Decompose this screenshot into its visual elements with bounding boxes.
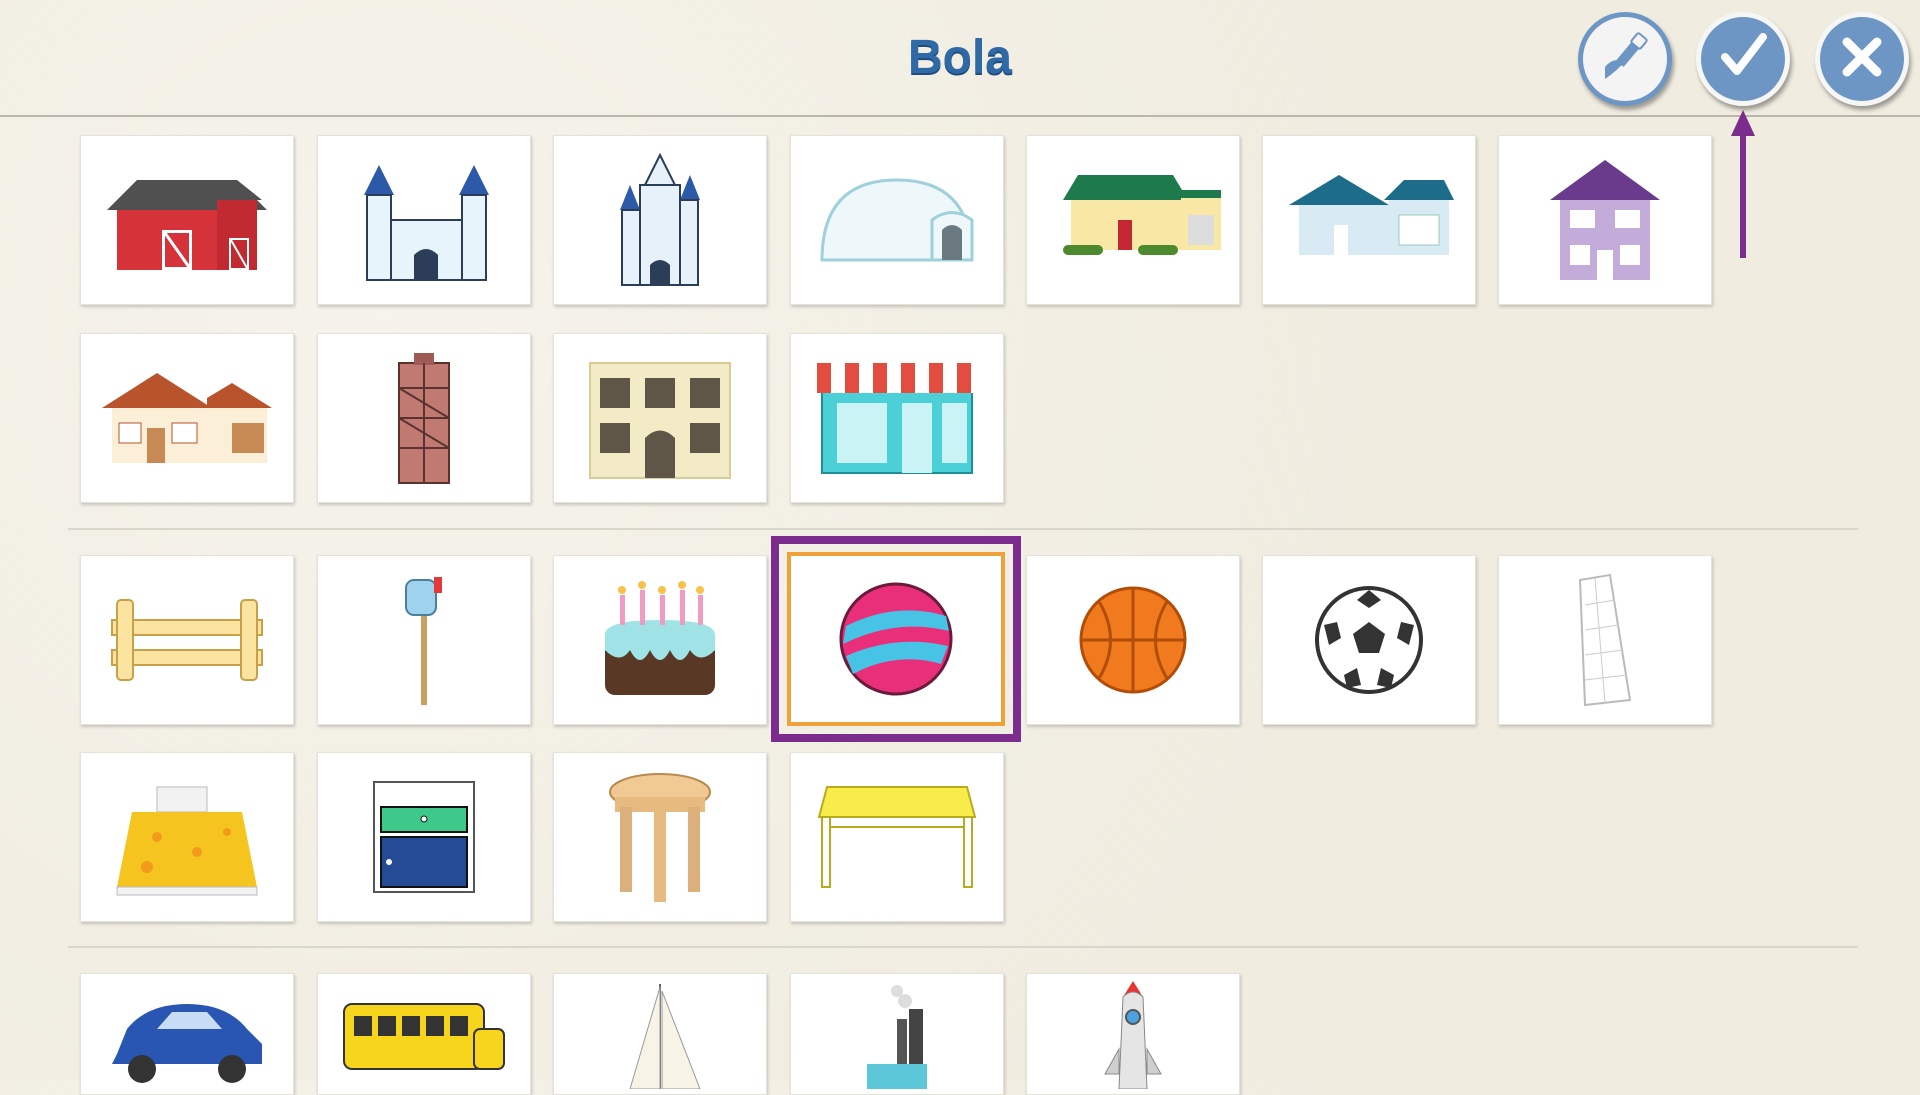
tile-nightstand[interactable] xyxy=(317,752,531,922)
car-icon xyxy=(112,1004,262,1083)
stool-icon xyxy=(609,773,711,902)
barn-icon xyxy=(107,180,267,270)
tile-goal-net[interactable] xyxy=(1498,555,1712,725)
tile-soccer-ball[interactable] xyxy=(1262,555,1476,725)
castle-tall-icon xyxy=(620,152,700,286)
nightstand-icon xyxy=(373,781,475,893)
tile-table[interactable] xyxy=(790,752,1004,922)
rocket-icon xyxy=(1104,981,1162,1089)
tile-shop[interactable] xyxy=(790,333,1004,503)
birthday-cake-icon xyxy=(605,581,715,695)
tile-barn[interactable] xyxy=(80,135,294,305)
factory-icon xyxy=(867,985,927,1089)
hint-arrow-icon xyxy=(1731,110,1755,265)
soccer-ball-icon xyxy=(1315,586,1423,694)
paint-button[interactable] xyxy=(1578,12,1672,106)
goal-net-icon xyxy=(1578,573,1632,707)
table-icon xyxy=(817,786,977,888)
close-icon xyxy=(1837,32,1887,87)
section-divider xyxy=(68,946,1858,948)
tile-castle-small[interactable] xyxy=(317,135,531,305)
confirm-button[interactable] xyxy=(1696,12,1790,106)
paintbrush-icon xyxy=(1595,27,1655,92)
ball-icon xyxy=(839,582,953,696)
mailbox-icon xyxy=(405,577,442,705)
close-button[interactable] xyxy=(1815,12,1909,106)
igloo-icon xyxy=(820,178,974,262)
checkmark-icon xyxy=(1715,29,1771,90)
section-divider xyxy=(68,528,1858,530)
tile-birthday-cake[interactable] xyxy=(553,555,767,725)
bed-icon xyxy=(116,786,258,896)
tile-bed[interactable] xyxy=(80,752,294,922)
tile-school-bus[interactable] xyxy=(317,973,531,1095)
house-brown-icon xyxy=(102,373,272,463)
house-purple-icon xyxy=(1550,160,1660,280)
tile-apartment[interactable] xyxy=(553,333,767,503)
house-blue-icon xyxy=(1289,175,1454,255)
tile-igloo[interactable] xyxy=(790,135,1004,305)
tile-rocket[interactable] xyxy=(1026,973,1240,1095)
apartment-icon xyxy=(589,362,731,479)
tile-stool[interactable] xyxy=(553,752,767,922)
tile-house-brown[interactable] xyxy=(80,333,294,503)
tile-house-purple[interactable] xyxy=(1498,135,1712,305)
shop-icon xyxy=(817,363,977,474)
tile-car[interactable] xyxy=(80,973,294,1095)
header-bar: Bola xyxy=(0,0,1920,117)
house-green-icon xyxy=(1063,175,1221,255)
fence-icon xyxy=(111,599,263,681)
castle-icon xyxy=(364,165,489,281)
school-bus-icon xyxy=(343,1003,505,1070)
tile-castle-tall[interactable] xyxy=(553,135,767,305)
basketball-icon xyxy=(1079,586,1187,694)
tile-tower-brick[interactable] xyxy=(317,333,531,503)
tile-house-blue[interactable] xyxy=(1262,135,1476,305)
tile-factory[interactable] xyxy=(790,973,1004,1095)
tower-brick-icon xyxy=(398,353,450,484)
tile-sailboat[interactable] xyxy=(553,973,767,1095)
sailboat-icon xyxy=(629,984,701,1089)
tile-ball[interactable] xyxy=(787,552,1005,726)
tile-basketball[interactable] xyxy=(1026,555,1240,725)
tile-house-green-roof[interactable] xyxy=(1026,135,1240,305)
tile-fence[interactable] xyxy=(80,555,294,725)
tile-mailbox[interactable] xyxy=(317,555,531,725)
